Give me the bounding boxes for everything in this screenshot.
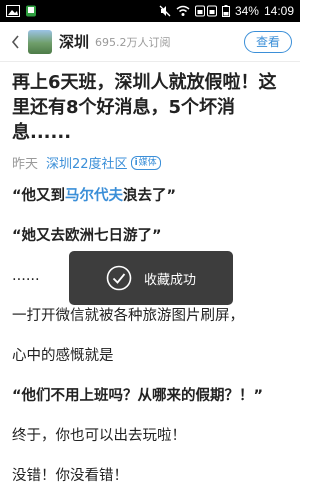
paragraph-5: 心中的感慨就是 <box>12 348 114 364</box>
paragraph-2: “她又去欧洲七日游了” <box>12 228 162 244</box>
maldives-link[interactable]: 马尔代夫 <box>65 188 123 204</box>
gallery-icon <box>6 5 20 17</box>
paragraph-1: “他又到马尔代夫浪去了” <box>12 186 288 206</box>
paragraph-6: “他们不用上班吗？从哪来的假期？！” <box>12 388 264 404</box>
article-meta: 昨天 深圳22度社区 i 媒体 <box>12 153 288 172</box>
paragraph-1-post: 浪去了” <box>123 188 177 204</box>
back-icon[interactable] <box>6 29 24 55</box>
article-source-link[interactable]: 深圳22度社区 <box>46 153 128 172</box>
battery-icon <box>221 5 230 17</box>
status-bar: 34% 14:09 <box>0 0 300 22</box>
clock: 14:09 <box>263 4 294 18</box>
channel-avatar[interactable] <box>28 29 52 54</box>
check-circle-icon <box>106 265 132 291</box>
subscriber-count: 695.2万人订阅 <box>95 35 171 49</box>
paragraph-8: 没错！你没看错！ <box>12 468 128 484</box>
info-icon: i <box>134 157 138 168</box>
paragraph-7: 终于，你也可以出去玩啦！ <box>12 428 186 444</box>
battery-percent: 34% <box>234 4 259 18</box>
channel-name[interactable]: 深圳 <box>59 31 89 52</box>
paragraph-4: 一打开微信就被各种旅游图片刷屏， <box>12 308 244 324</box>
paragraph-1-pre: “他又到 <box>12 188 66 204</box>
wifi-icon <box>176 5 190 17</box>
media-badge-label: 媒体 <box>138 157 157 168</box>
signal-icon <box>194 5 217 17</box>
toast-message: 收藏成功 <box>143 272 196 288</box>
phone-icon <box>25 5 37 17</box>
view-button[interactable]: 查看 <box>244 30 292 53</box>
article-date: 昨天 <box>12 157 39 172</box>
mute-icon <box>159 5 171 17</box>
favorite-success-toast: 收藏成功 <box>69 251 233 305</box>
article-title: 再上6天班，深圳人就放假啦！这里还有8个好消息，5个坏消息...... <box>12 72 277 143</box>
channel-header: 深圳 695.2万人订阅 查看 <box>0 22 300 62</box>
media-badge: i 媒体 <box>130 155 161 170</box>
